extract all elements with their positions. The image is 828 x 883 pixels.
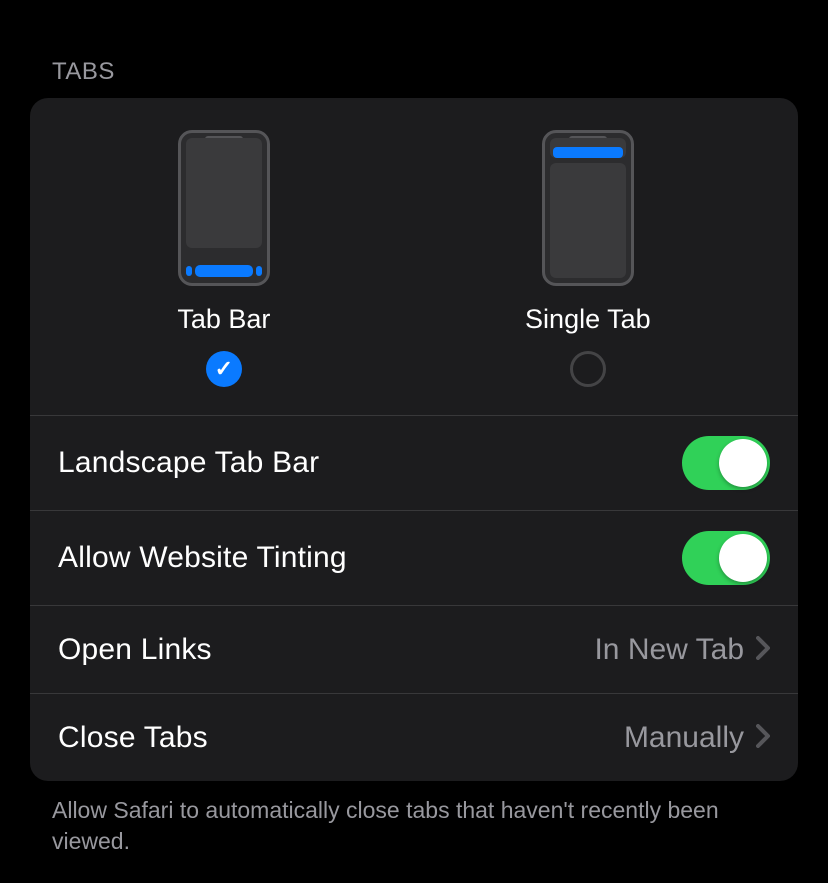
open-links-label: Open Links [58, 633, 212, 667]
phone-preview-tab-bar-icon [178, 130, 270, 286]
single-tab-radio[interactable] [570, 351, 606, 387]
tab-bar-label: Tab Bar [177, 304, 270, 335]
allow-website-tinting-label: Allow Website Tinting [58, 541, 347, 575]
allow-website-tinting-toggle[interactable] [682, 531, 770, 585]
open-links-value: In New Tab [594, 633, 744, 667]
chevron-right-icon [756, 719, 770, 756]
phone-preview-single-tab-icon [542, 130, 634, 286]
chevron-right-icon [756, 631, 770, 668]
tabs-settings-card: Tab Bar ✓ Single Tab Landscape Tab Bar A… [30, 98, 798, 781]
tab-bar-option[interactable]: Tab Bar ✓ [177, 130, 270, 387]
tab-bar-radio[interactable]: ✓ [206, 351, 242, 387]
section-header-tabs: TABS [30, 0, 798, 98]
section-footer-close-tabs: Allow Safari to automatically close tabs… [30, 781, 798, 857]
close-tabs-value: Manually [624, 721, 744, 755]
allow-website-tinting-row: Allow Website Tinting [30, 510, 798, 605]
landscape-tab-bar-toggle[interactable] [682, 436, 770, 490]
close-tabs-row[interactable]: Close Tabs Manually [30, 693, 798, 781]
single-tab-label: Single Tab [525, 304, 651, 335]
open-links-row[interactable]: Open Links In New Tab [30, 605, 798, 693]
landscape-tab-bar-label: Landscape Tab Bar [58, 446, 319, 480]
landscape-tab-bar-row: Landscape Tab Bar [30, 415, 798, 510]
tab-layout-options: Tab Bar ✓ Single Tab [30, 98, 798, 415]
checkmark-icon: ✓ [215, 356, 233, 382]
single-tab-option[interactable]: Single Tab [525, 130, 651, 387]
close-tabs-label: Close Tabs [58, 721, 208, 755]
